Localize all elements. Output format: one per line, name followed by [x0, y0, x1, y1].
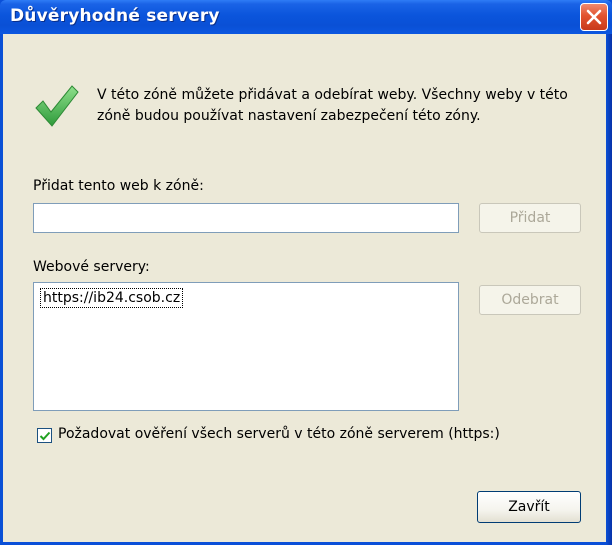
close-window-button[interactable] [580, 3, 608, 31]
remove-button[interactable]: Odebrat [479, 285, 581, 315]
require-https-checkbox[interactable] [37, 428, 52, 443]
close-icon [586, 9, 602, 25]
window-title: Důvěryhodné servery [10, 6, 220, 26]
add-site-label: Přidat tento web k zóně: [33, 178, 204, 194]
zone-description: V této zóně můžete přidávat a odebírat w… [97, 87, 568, 124]
require-https-label[interactable]: Požadovat ověření všech serverů v této z… [58, 426, 500, 442]
dialog-window: Důvěryhodné servery V této zóně můžete p… [0, 0, 612, 545]
websites-list[interactable]: https://ib24.csob.cz [33, 282, 459, 411]
title-bar[interactable]: Důvěryhodné servery [0, 0, 612, 34]
list-item[interactable]: https://ib24.csob.cz [40, 288, 184, 308]
window-border-right [606, 34, 612, 545]
checkmark-icon [35, 85, 79, 127]
check-mark-icon [39, 431, 51, 441]
add-button[interactable]: Přidat [479, 203, 581, 233]
close-button[interactable]: Zavřít [477, 491, 581, 523]
add-site-input[interactable] [33, 203, 459, 233]
websites-label: Webové servery: [33, 259, 150, 275]
